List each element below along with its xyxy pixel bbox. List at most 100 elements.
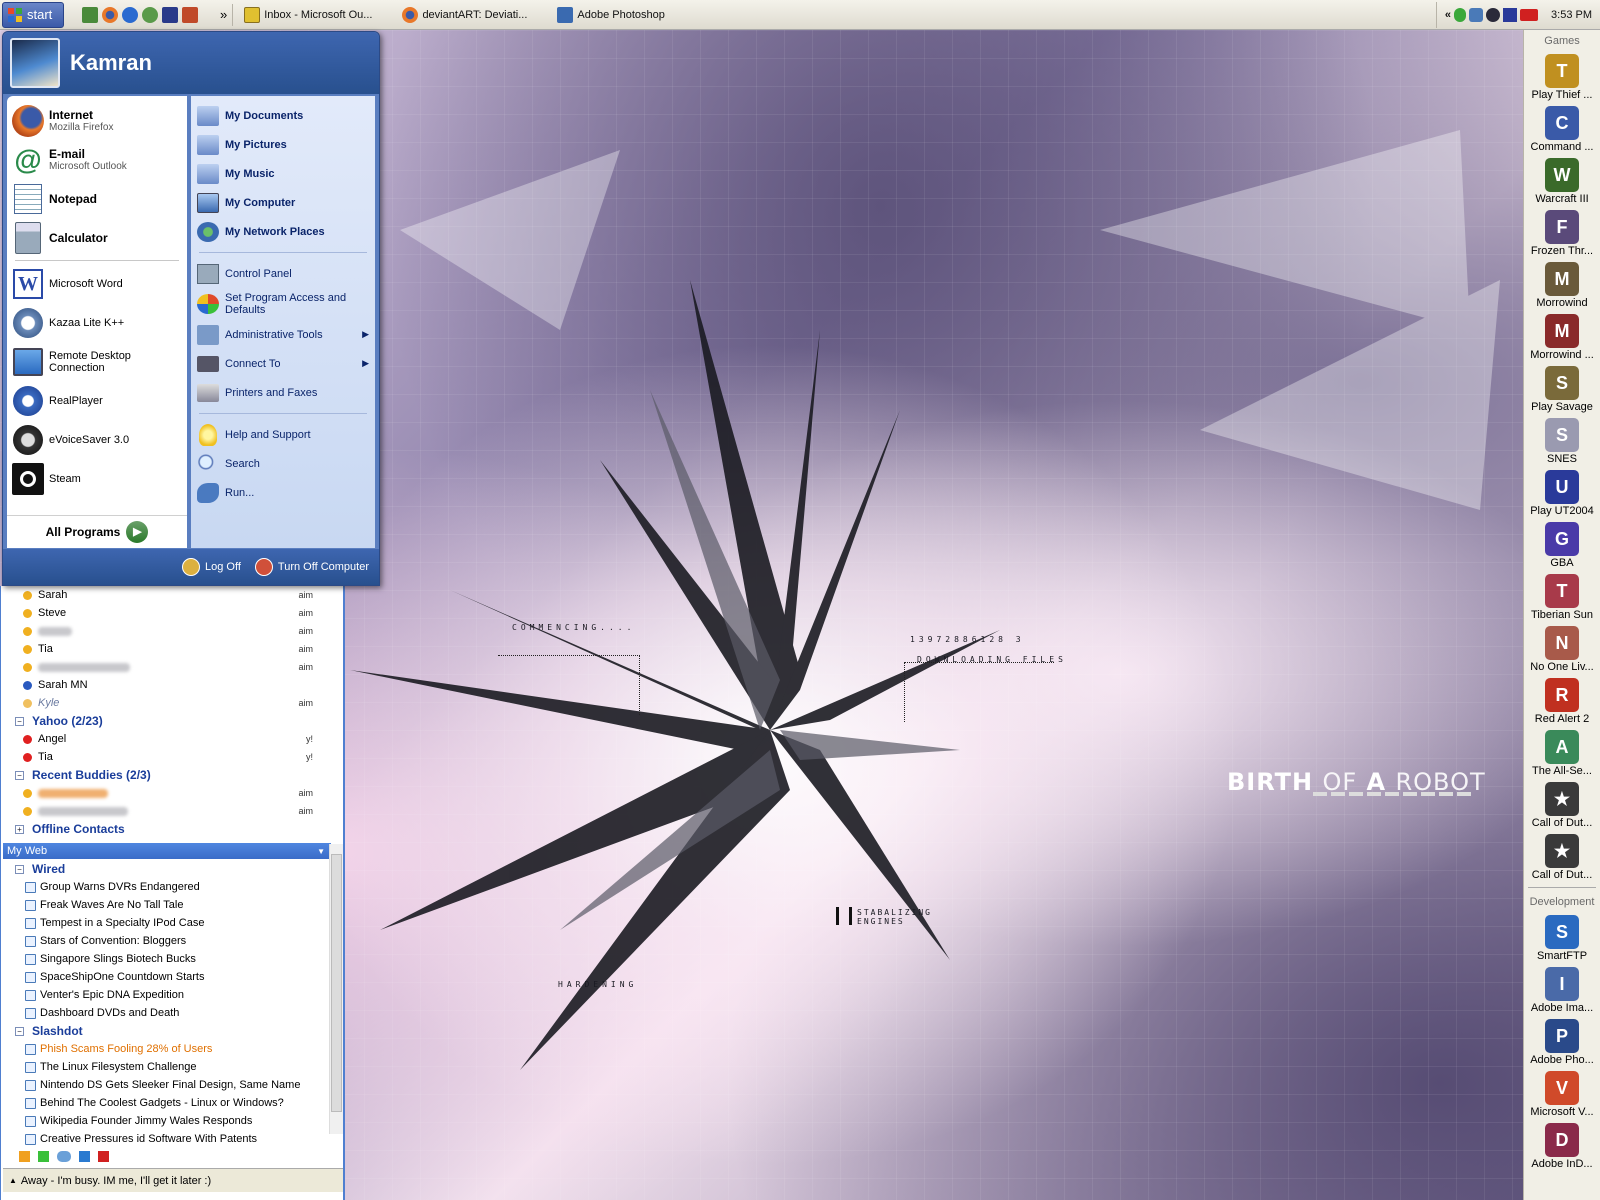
tool-program-access[interactable]: Set Program Access and Defaults	[191, 288, 375, 320]
dropdown-arrow-icon[interactable]: ▼	[317, 847, 325, 856]
news-item[interactable]: Stars of Convention: Bloggers	[1, 932, 329, 950]
ati-tray-icon[interactable]	[1520, 8, 1539, 21]
place-my-music[interactable]: My Music	[191, 159, 375, 188]
log-off-button[interactable]: Log Off	[182, 558, 241, 576]
feed-group-slashdot[interactable]: − Slashdot	[1, 1022, 329, 1040]
news-item[interactable]: Dashboard DVDs and Death	[1, 1004, 329, 1022]
pinned-calculator[interactable]: Calculator	[7, 218, 187, 257]
msn-messenger-icon[interactable]	[142, 6, 158, 23]
messenger-tray-icon[interactable]	[1469, 7, 1484, 22]
buddy-item[interactable]: Kyle aim	[1, 694, 343, 712]
yahoo-toolbar-icon[interactable]	[98, 1150, 109, 1162]
all-programs-button[interactable]: All Programs ▶	[7, 515, 187, 548]
buddy-item[interactable]: aim	[1, 622, 343, 640]
group-yahoo[interactable]: − Yahoo (2/23)	[1, 712, 343, 730]
buddy-item[interactable]: Angel y!	[1, 730, 343, 748]
news-item[interactable]: Freak Waves Are No Tall Tale	[1, 896, 329, 914]
recent-word[interactable]: W Microsoft Word	[7, 264, 187, 303]
irc-toolbar-icon[interactable]	[79, 1150, 90, 1162]
dock-app-dev[interactable]: D Adobe InD...	[1524, 1121, 1600, 1173]
news-item[interactable]: Singapore Slings Biotech Bucks	[1, 950, 329, 968]
recent-realplayer[interactable]: RealPlayer	[7, 381, 187, 420]
dock-app-games[interactable]: R Red Alert 2	[1524, 676, 1600, 728]
place-my-computer[interactable]: My Computer	[191, 188, 375, 217]
network-tray-icon[interactable]	[1454, 7, 1467, 22]
news-item[interactable]: Tempest in a Specialty IPod Case	[1, 914, 329, 932]
place-my-documents[interactable]: My Documents	[191, 101, 375, 130]
pinned-notepad[interactable]: Notepad	[7, 179, 187, 218]
dock-app-games[interactable]: T Play Thief ...	[1524, 52, 1600, 104]
place-my-pictures[interactable]: My Pictures	[191, 130, 375, 159]
news-item[interactable]: Group Warns DVRs Endangered	[1, 878, 329, 896]
search-item[interactable]: Search	[191, 449, 375, 478]
dock-app-games[interactable]: F Frozen Thr...	[1524, 208, 1600, 260]
buddy-item[interactable]: Tia aim	[1, 640, 343, 658]
turn-off-button[interactable]: Turn Off Computer	[254, 558, 369, 576]
group-offline-contacts[interactable]: + Offline Contacts	[1, 820, 343, 838]
dock-app-dev[interactable]: P Adobe Pho...	[1524, 1017, 1600, 1069]
buddy-item[interactable]: Sarah MN	[1, 676, 343, 694]
dock-app-dev[interactable]: V Microsoft V...	[1524, 1069, 1600, 1121]
app-quicklaunch-icon[interactable]	[182, 6, 198, 23]
msn-toolbar-icon[interactable]	[57, 1150, 71, 1162]
dock-app-games[interactable]: S SNES	[1524, 416, 1600, 468]
scroll-thumb[interactable]	[331, 854, 342, 1112]
user-avatar[interactable]	[10, 38, 60, 88]
media-player-icon[interactable]	[122, 6, 138, 23]
place-my-network[interactable]: My Network Places	[191, 217, 375, 246]
dock-app-games[interactable]: C Command ...	[1524, 104, 1600, 156]
task-photoshop[interactable]: Adobe Photoshop	[551, 3, 670, 27]
dock-app-games[interactable]: N No One Liv...	[1524, 624, 1600, 676]
start-button[interactable]: start	[2, 1, 64, 28]
status-bar[interactable]: ▲ Away - I'm busy. IM me, I'll get it la…	[3, 1168, 343, 1192]
pinned-email[interactable]: @ E-mail Microsoft Outlook	[7, 140, 187, 179]
dock-app-dev[interactable]: S SmartFTP	[1524, 913, 1600, 965]
news-item[interactable]: SpaceShipOne Countdown Starts	[1, 968, 329, 986]
task-outlook[interactable]: Inbox - Microsoft Ou...	[238, 3, 378, 27]
news-item[interactable]: Venter's Epic DNA Expedition	[1, 986, 329, 1004]
buddy-item[interactable]: Steve aim	[1, 604, 343, 622]
group-recent-buddies[interactable]: − Recent Buddies (2/3)	[1, 766, 343, 784]
dock-app-games[interactable]: M Morrowind	[1524, 260, 1600, 312]
buddy-item[interactable]: aim	[1, 784, 343, 802]
tray-expand-button[interactable]: «	[1445, 9, 1451, 21]
icq-toolbar-icon[interactable]	[38, 1150, 49, 1162]
recent-steam[interactable]: Steam	[7, 459, 187, 498]
clock[interactable]: 3:53 PM	[1551, 9, 1592, 21]
dock-app-games[interactable]: G GBA	[1524, 520, 1600, 572]
buddy-item[interactable]: aim	[1, 658, 343, 676]
firefox-quicklaunch-icon[interactable]	[102, 6, 118, 23]
buddy-item[interactable]: Tia y!	[1, 748, 343, 766]
dock-app-games[interactable]: W Warcraft III	[1524, 156, 1600, 208]
news-item[interactable]: Wikipedia Founder Jimmy Wales Responds	[1, 1112, 329, 1130]
trillian-icon[interactable]	[162, 6, 178, 23]
recent-kazaa[interactable]: Kazaa Lite K++	[7, 303, 187, 342]
task-deviantart[interactable]: deviantART: Deviati...	[396, 3, 533, 27]
dock-app-games[interactable]: U Play UT2004	[1524, 468, 1600, 520]
buddy-item[interactable]: aim	[1, 802, 343, 820]
news-item[interactable]: Behind The Coolest Gadgets - Linux or Wi…	[1, 1094, 329, 1112]
show-desktop-icon[interactable]	[82, 6, 98, 23]
buddy-item[interactable]: Sarah aim	[1, 586, 343, 604]
recent-remote-desktop[interactable]: Remote Desktop Connection	[7, 342, 187, 381]
dock-app-games[interactable]: T Tiberian Sun	[1524, 572, 1600, 624]
feed-group-wired[interactable]: − Wired	[1, 860, 329, 878]
tool-control-panel[interactable]: Control Panel	[191, 259, 375, 288]
tool-admin-tools[interactable]: Administrative Tools ▶	[191, 320, 375, 349]
steam-tray-icon[interactable]	[1486, 7, 1501, 22]
dock-app-dev[interactable]: I Adobe Ima...	[1524, 965, 1600, 1017]
my-web-header[interactable]: My Web ▼	[3, 843, 331, 859]
tool-connect-to[interactable]: Connect To ▶	[191, 349, 375, 378]
aim-toolbar-icon[interactable]	[19, 1150, 30, 1162]
quicklaunch-more-button[interactable]: »	[220, 7, 227, 22]
help-and-support[interactable]: Help and Support	[191, 420, 375, 449]
tool-printers[interactable]: Printers and Faxes	[191, 378, 375, 407]
dock-app-games[interactable]: M Morrowind ...	[1524, 312, 1600, 364]
run-item[interactable]: Run...	[191, 478, 375, 507]
news-scrollbar[interactable]	[329, 844, 343, 1134]
dock-app-games[interactable]: S Play Savage	[1524, 364, 1600, 416]
news-item[interactable]: The Linux Filesystem Challenge	[1, 1058, 329, 1076]
recent-evoicesaver[interactable]: eVoiceSaver 3.0	[7, 420, 187, 459]
trillian-tray-icon[interactable]	[1503, 7, 1518, 22]
dock-app-games[interactable]: A The All-Se...	[1524, 728, 1600, 780]
